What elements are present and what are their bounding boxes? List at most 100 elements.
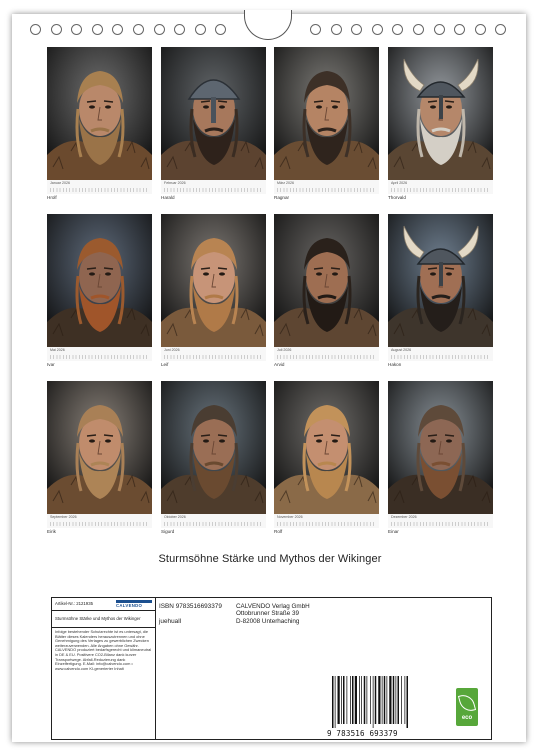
info-panel: Artikel-Nr.: 2121935 CALVENDO Sturmsöhne… bbox=[51, 597, 492, 740]
viking-name: Arvid bbox=[274, 362, 285, 367]
month-tile: Juli 2026 Arvid bbox=[274, 214, 379, 369]
isbn: ISBN 9783516693379 bbox=[159, 603, 222, 610]
viking-name: Einar bbox=[388, 529, 399, 534]
barcode bbox=[332, 676, 408, 728]
month-photo bbox=[388, 381, 493, 514]
binding-ring bbox=[310, 24, 321, 35]
month-calendar-strip: Oktober 2026 bbox=[161, 514, 266, 528]
viking-portrait bbox=[388, 381, 493, 514]
calvendo-logo: CALVENDO bbox=[116, 600, 152, 608]
barcode-bar bbox=[350, 676, 351, 724]
binding-ring bbox=[112, 24, 124, 35]
viking-portrait bbox=[388, 214, 493, 347]
barcode-bar bbox=[341, 676, 342, 724]
legal-notice: Infolge bestehender Schutzrechte ist es … bbox=[55, 629, 152, 671]
month-calendar-strip: September 2026 bbox=[47, 514, 152, 528]
barcode-number: 9 783516 693379 bbox=[327, 729, 398, 738]
month-label: November 2026 bbox=[277, 515, 303, 519]
month-tile: September 2026 Eirik bbox=[47, 381, 152, 536]
barcode-bar bbox=[389, 676, 392, 724]
month-tile: Oktober 2026 Sigurd bbox=[161, 381, 266, 536]
day-grid bbox=[391, 355, 490, 359]
product-title-row: Sturmsöhne Stärke und Mythos der Wikinge… bbox=[52, 611, 155, 628]
binding-ring bbox=[474, 24, 486, 35]
day-grid bbox=[50, 355, 149, 359]
barcode-bar bbox=[366, 676, 368, 724]
article-number: Artikel-Nr.: 2121935 bbox=[55, 601, 93, 606]
binding-ring bbox=[91, 24, 103, 35]
month-photo bbox=[161, 47, 266, 180]
barcode-bar bbox=[383, 676, 386, 724]
viking-name: Harald bbox=[161, 195, 175, 200]
month-calendar-strip: März 2026 bbox=[274, 180, 379, 194]
article-row: Artikel-Nr.: 2121935 CALVENDO bbox=[52, 598, 155, 611]
month-tile: August 2026 Hakon bbox=[388, 214, 493, 369]
day-grid bbox=[277, 355, 376, 359]
binding-ring bbox=[153, 24, 165, 35]
month-label: Juli 2026 bbox=[277, 348, 292, 352]
month-photo bbox=[274, 47, 379, 180]
binding-ring bbox=[194, 24, 206, 35]
eco-badge: eco bbox=[456, 688, 478, 726]
month-photo bbox=[274, 214, 379, 347]
viking-name: Hakon bbox=[388, 362, 402, 367]
viking-portrait bbox=[274, 214, 379, 347]
barcode-bar bbox=[346, 676, 348, 724]
month-label: Juni 2026 bbox=[164, 348, 180, 352]
publisher-line: D-82008 Unterhaching bbox=[236, 617, 300, 625]
viking-portrait bbox=[47, 214, 152, 347]
barcode-bar bbox=[337, 676, 340, 724]
barcode-bar bbox=[401, 676, 402, 724]
month-calendar-strip: April 2026 bbox=[388, 180, 493, 194]
viking-name: Hrolf bbox=[47, 195, 57, 200]
barcode-bar bbox=[406, 676, 408, 728]
month-calendar-strip: Januar 2026 bbox=[47, 180, 152, 194]
day-grid bbox=[391, 188, 490, 192]
viking-name: Sigurd bbox=[161, 529, 175, 534]
viking-name: Thorvald bbox=[388, 195, 406, 200]
barcode-bar bbox=[397, 676, 399, 724]
month-photo bbox=[388, 214, 493, 347]
binding-ring bbox=[71, 24, 83, 35]
month-tile: Januar 2026 Hrolf bbox=[47, 47, 152, 202]
binding-ring bbox=[30, 24, 41, 35]
barcode-bar bbox=[363, 676, 366, 724]
month-label: Dezember 2026 bbox=[391, 515, 417, 519]
barcode-bar bbox=[381, 676, 383, 724]
month-label: Januar 2026 bbox=[50, 181, 70, 185]
binding-ring bbox=[174, 24, 186, 35]
day-grid bbox=[164, 522, 263, 526]
day-grid bbox=[50, 522, 149, 526]
binding-ring bbox=[371, 24, 383, 35]
day-grid bbox=[277, 522, 376, 526]
month-calendar-strip: Dezember 2026 bbox=[388, 514, 493, 528]
day-grid bbox=[391, 522, 490, 526]
month-label: April 2026 bbox=[391, 181, 408, 185]
publisher-address: CALVENDO Verlag GmbH Ottobrunner Straße … bbox=[236, 603, 310, 625]
viking-portrait bbox=[274, 381, 379, 514]
month-photo bbox=[47, 214, 152, 347]
month-tile: Mai 2026 Ivar bbox=[47, 214, 152, 369]
barcode-bar bbox=[386, 676, 388, 724]
calendar-title: Sturmsöhne Stärke und Mythos der Wikinge… bbox=[158, 553, 382, 565]
day-grid bbox=[277, 188, 376, 192]
calvendo-logo-text: CALVENDO bbox=[116, 603, 143, 608]
viking-name: Ragnar bbox=[274, 195, 290, 200]
month-photo bbox=[47, 47, 152, 180]
binding-ring bbox=[215, 24, 227, 35]
barcode-bar bbox=[370, 676, 371, 724]
month-photo bbox=[274, 381, 379, 514]
author: juehuall bbox=[159, 618, 182, 625]
month-photo bbox=[388, 47, 493, 180]
month-tile: März 2026 Ragnar bbox=[274, 47, 379, 202]
month-calendar-strip: Februar 2026 bbox=[161, 180, 266, 194]
barcode-bar bbox=[332, 676, 334, 728]
barcode-bar bbox=[343, 676, 345, 724]
viking-portrait bbox=[274, 47, 379, 180]
month-calendar-strip: Mai 2026 bbox=[47, 347, 152, 361]
viking-portrait bbox=[47, 47, 152, 180]
barcode-bar bbox=[361, 676, 362, 724]
viking-portrait bbox=[161, 47, 266, 180]
month-calendar-strip: November 2026 bbox=[274, 514, 379, 528]
leaf-icon bbox=[457, 692, 477, 714]
